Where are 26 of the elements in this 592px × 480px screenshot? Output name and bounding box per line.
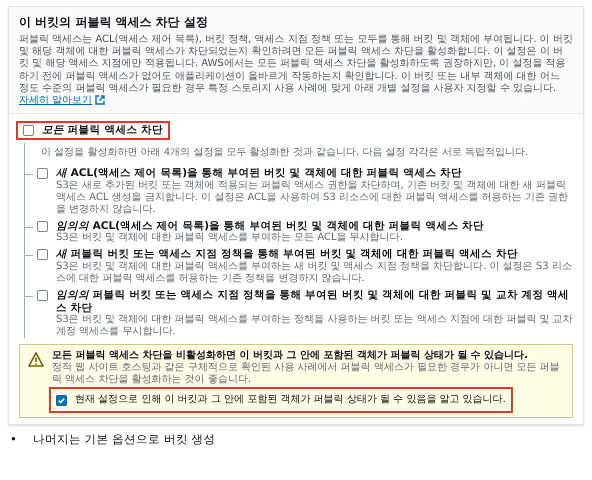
- setting-description: S3은 버킷 및 객체에 대한 퍼블릭 액세스를 부여하는 모든 ACL을 무시합니다.: [56, 232, 404, 244]
- checkbox[interactable]: [56, 395, 67, 406]
- bullet-item: 나머지는 기본 옵션으로 버킷 생성: [32, 431, 216, 448]
- checkbox[interactable]: [37, 220, 48, 232]
- warning-text: 정적 웹 사이트 호스팅과 같은 구체적으로 확인된 사용 사례에서 퍼블릭 액세스가 필요한 경우가 아니면 모든 퍼블릭 액세스 차단을 활성화하는 것이 좋습니다.: [52, 362, 561, 386]
- warning-title: 모든 퍼블릭 액세스 차단을 비활성화하면 이 버킷과 그 안에 포함된 객체가 퍼블릭 상태가 될 수 있습니다.: [52, 350, 530, 362]
- setting-description: S3은 버킷 및 객체에 대한 퍼블릭 액세스를 부여하는 정책을 사용하는 버킷 또는 액세스 지점에 대한 퍼블릭 및 교차 계정 액세스를 무시합니다.: [56, 314, 573, 338]
- checkbox-label: 모든 퍼블릭 액세스 차단: [42, 124, 163, 137]
- learn-more-link[interactable]: 자세히 알아보기: [19, 94, 92, 106]
- setting-description: S3은 새로 추가된 버킷 또는 객체에 적용되는 퍼블릭 액세스 권한을 차단하며, 기존 버킷 및 객체에 대한 새 퍼블릭 액세스 ACL 생성을 금지합니다. 이 설정은 ACL을 사용하여 S3 리소스에 대한 퍼블릭 액세스를 허용하는 기존 권한을 변경하지 않습니다.: [56, 180, 570, 216]
- checkbox-label: 임의의 퍼블릭 버킷 또는 액세스 지점 정책을 통해 부여된 버킷 및 객체에 대한 퍼블릭 및 교차 계정 액세스 차단: [56, 288, 570, 314]
- warning-icon: [28, 352, 44, 368]
- checkbox[interactable]: [37, 290, 48, 301]
- checkbox[interactable]: [37, 168, 48, 180]
- external-link-icon[interactable]: [95, 95, 106, 106]
- setting-description: 이 설정을 활성화하면 아래 4개의 설정을 모두 활성화한 것과 같습니다. 다음 설정 각각은 서로 독립적입니다.: [40, 146, 530, 160]
- bullet-marker: •: [10, 431, 17, 448]
- checkbox-label: 현재 설정으로 인해 이 버킷과 그 안에 포함된 객체가 퍼블릭 상태가 될 수 있음을 알고 있습니다.: [75, 394, 506, 406]
- panel-title: 이 버킷의 퍼블릭 액세스 차단 설정: [19, 14, 209, 31]
- setting-description: S3은 버킷 및 객체에 대한 퍼블릭 액세스를 부여하는 새 버킷 및 액세스 지점 정책을 차단합니다. 이 설정은 S3 리소스에 대한 퍼블릭 액세스를 허용하는 기존 정책을 변경하지 않습니다.: [56, 260, 573, 285]
- checkbox-label: 새 퍼블릭 버킷 또는 액세스 지점 정책을 통해 부여된 버킷 및 객체에 대한 퍼블릭 액세스 차단: [56, 248, 519, 261]
- checkbox[interactable]: [23, 125, 34, 136]
- checkbox[interactable]: [37, 249, 48, 260]
- checkbox-label: 임의의 ACL(액세스 제어 목록)을 통해 부여된 버킷 및 객체에 대한 퍼블릭 액세스 차단: [56, 220, 484, 232]
- panel-description: 퍼블릭 액세스는 ACL(액세스 제어 목록), 버킷 정책, 액세스 지점 정책 또는 모두를 통해 버킷 및 객체에 부여됩니다. 이 버킷 및 해당 객체에 대한 퍼블릭 액세스가 차단되었는지 확인하려면 모든 퍼블릭 액세스 차단을 활성화합니다. 이 설정은 이 버킷 및 해당 액세스 지점에만 적용됩니다. AWS에서는 모든 퍼블릭 액세스 차단을 활성화하도록 권장하지만, 이 설정을 적용하기 전에 퍼블릭 액세스가 없어도 애플리케이션이 올바르게 작동하는지 확인합니다. 이 버킷 또는 내부 객체에 대한 어느 정도 수준의 퍼블릭 액세스가 필요한 경우 특정 스토리지 사용 사례에 맞게 아래 개별 설정을 사용자 지정할 수 있습니다. 자세히 알아보기: [19, 34, 573, 108]
- checkbox-label: 새 ACL(액세스 제어 목록)을 통해 부여된 버킷 및 객체에 대한 퍼블릭 액세스 차단: [56, 167, 463, 180]
